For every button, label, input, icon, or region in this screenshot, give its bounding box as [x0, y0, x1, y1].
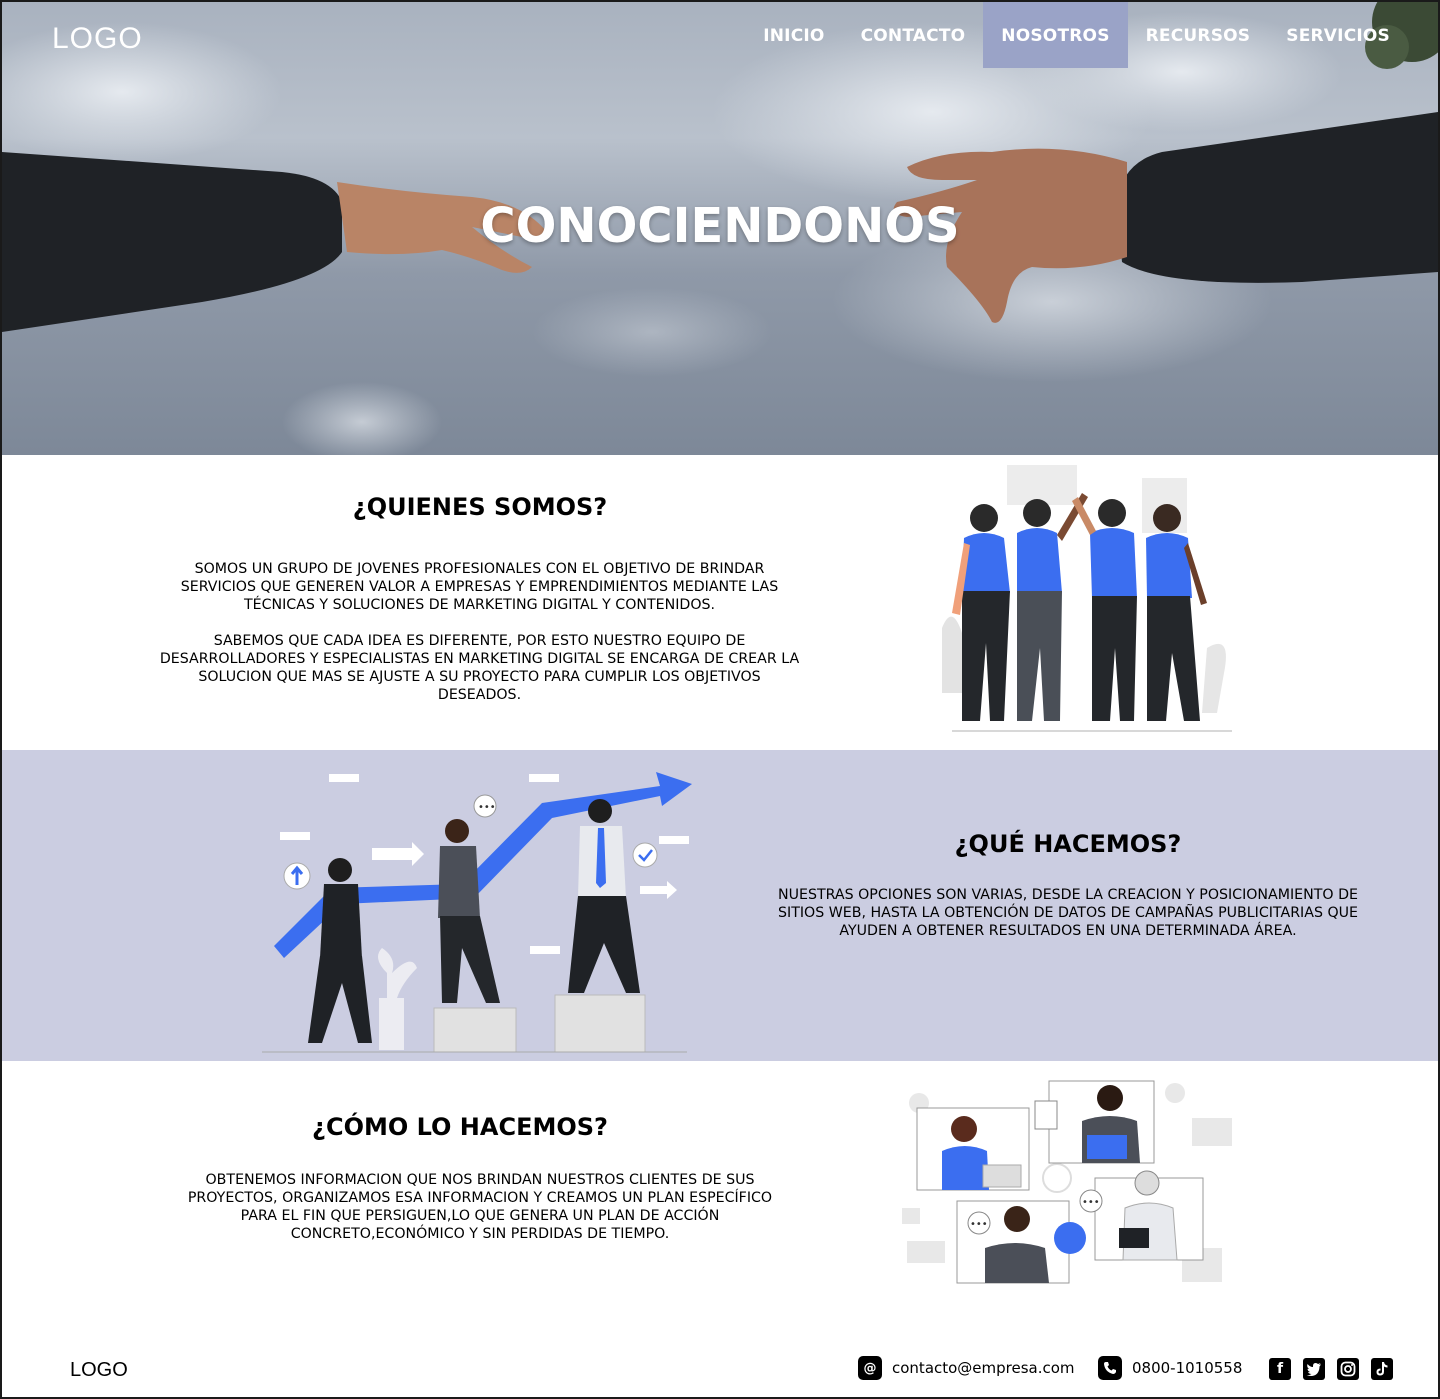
quienes-somos-paragraph-2: SABEMOS QUE CADA IDEA ES DIFERENTE, POR …: [159, 633, 800, 703]
team-high-five-illustration: [942, 465, 1232, 732]
twitter-icon[interactable]: [1303, 1358, 1325, 1380]
footer-email[interactable]: @ contacto@empresa.com: [858, 1356, 1075, 1380]
como-lo-hacemos-section: ¿CÓMO LO HACEMOS? OBTENEMOS INFORMACION …: [2, 1061, 1438, 1331]
instagram-icon[interactable]: [1337, 1358, 1359, 1380]
footer-phone[interactable]: 0800-1010558: [1098, 1356, 1242, 1380]
header-logo[interactable]: LOGO: [52, 22, 143, 56]
nav-servicios[interactable]: SERVICIOS: [1268, 2, 1408, 68]
footer-phone-text[interactable]: 0800-1010558: [1132, 1359, 1242, 1377]
hero-title: CONOCIENDONOS: [480, 198, 960, 254]
footer-logo[interactable]: LOGO: [70, 1359, 128, 1382]
quienes-somos-paragraph-1: SOMOS UN GRUPO DE JOVENES PROFESIONALES …: [180, 561, 779, 613]
que-hacemos-title: ¿QUÉ HACEMOS?: [954, 830, 1182, 858]
que-hacemos-section: ••• ¿QUÉ HACEMOS? NUESTRAS OPCIONES SON …: [2, 750, 1438, 1061]
nav-inicio[interactable]: INICIO: [745, 2, 842, 68]
growth-arrow-team-illustration: •••: [262, 772, 692, 1053]
quienes-somos-section: ¿QUIENES SOMOS? SOMOS UN GRUPO DE JOVENE…: [2, 455, 1438, 750]
svg-text:•••: •••: [478, 802, 496, 813]
nav-contacto[interactable]: CONTACTO: [843, 2, 984, 68]
hero-banner: LOGO INICIO CONTACTO NOSOTROS RECURSOS S…: [2, 2, 1438, 455]
como-lo-hacemos-paragraph: OBTENEMOS INFORMACION QUE NOS BRINDAN NU…: [187, 1172, 773, 1242]
at-icon: @: [858, 1356, 882, 1380]
remote-team-meeting-illustration: ••• •••: [902, 1080, 1232, 1284]
nav-nosotros[interactable]: NOSOTROS: [983, 2, 1128, 68]
nav-recursos[interactable]: RECURSOS: [1128, 2, 1269, 68]
svg-text:•••: •••: [1082, 1197, 1100, 1208]
footer-email-text[interactable]: contacto@empresa.com: [892, 1359, 1075, 1377]
como-lo-hacemos-title: ¿CÓMO LO HACEMOS?: [312, 1113, 608, 1141]
page-frame: LOGO INICIO CONTACTO NOSOTROS RECURSOS S…: [0, 0, 1440, 1399]
svg-text:•••: •••: [970, 1219, 988, 1230]
tiktok-icon[interactable]: [1371, 1358, 1393, 1380]
footer: LOGO @ contacto@empresa.com 0800-1010558…: [2, 1331, 1438, 1397]
social-links: f: [1269, 1358, 1393, 1380]
facebook-icon[interactable]: f: [1269, 1358, 1291, 1380]
phone-icon: [1098, 1356, 1122, 1380]
que-hacemos-paragraph: NUESTRAS OPCIONES SON VARIAS, DESDE LA C…: [778, 887, 1358, 939]
quienes-somos-title: ¿QUIENES SOMOS?: [352, 493, 608, 521]
main-nav: INICIO CONTACTO NOSOTROS RECURSOS SERVIC…: [745, 2, 1408, 68]
